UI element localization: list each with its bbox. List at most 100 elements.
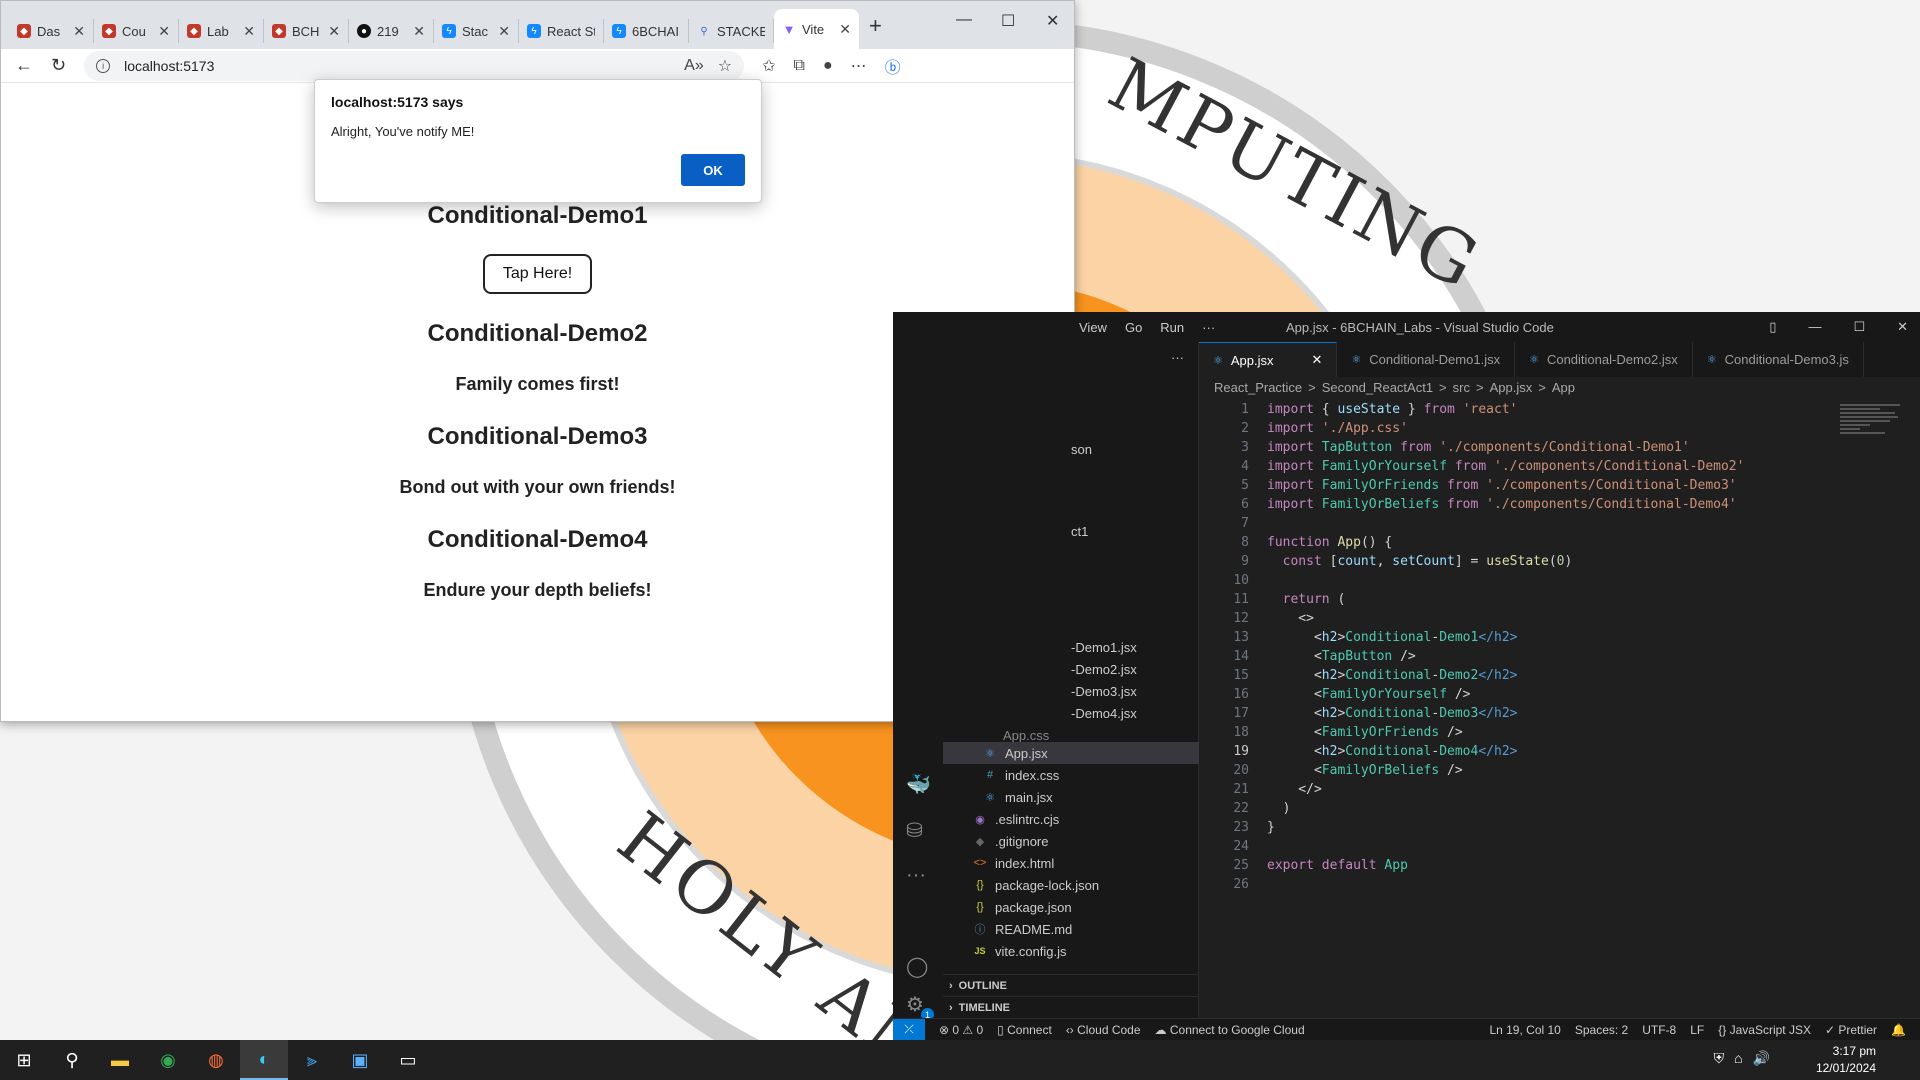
browser-tab[interactable]: ● 219 ✕ <box>349 19 434 43</box>
windows-start-icon[interactable]: ⊞ <box>0 1040 48 1080</box>
menu-go[interactable]: Go <box>1125 320 1142 335</box>
file-app-jsx[interactable]: ⚛ App.jsx <box>943 742 1199 764</box>
maximize-icon[interactable]: ☐ <box>1853 319 1865 335</box>
favorites-icon[interactable]: ✩ <box>762 56 775 76</box>
timeline-section[interactable]: › TIMELINE <box>943 996 1199 1018</box>
vscode-icon[interactable]: ⫸ <box>288 1040 336 1080</box>
site-info-icon[interactable]: i <box>96 58 111 73</box>
tab-conditional-demo2[interactable]: ⚛ Conditional-Demo2.jsx <box>1515 342 1693 377</box>
outline-section[interactable]: › OUTLINE <box>943 974 1199 996</box>
menu-more[interactable]: ··· <box>1202 320 1215 335</box>
breadcrumb-item[interactable]: src <box>1453 380 1470 395</box>
terminal-icon[interactable]: ▭ <box>384 1040 432 1080</box>
file-gitignore[interactable]: ◆ .gitignore <box>943 830 1199 852</box>
indent-status[interactable]: Spaces: 2 <box>1575 1023 1628 1037</box>
minimap[interactable] <box>1840 404 1900 464</box>
tab-app-jsx[interactable]: ⚛ App.jsx ✕ <box>1199 342 1338 377</box>
browser-tab[interactable]: ϟ Stac ✕ <box>434 19 519 43</box>
file-explorer-icon[interactable]: ▬ <box>96 1040 144 1080</box>
minimize-icon[interactable]: — <box>956 11 972 29</box>
close-window-icon[interactable]: ✕ <box>1046 11 1059 31</box>
explorer-item[interactable]: -Demo2.jsx <box>943 658 1199 680</box>
clock[interactable]: 3:17 pm 12/01/2024 <box>1816 1043 1876 1077</box>
notifications-bell-icon[interactable]: 🔔 <box>1891 1023 1906 1037</box>
profile-avatar-icon[interactable]: ● <box>823 57 833 75</box>
google-cloud-status[interactable]: ☁ Connect to Google Cloud <box>1155 1023 1305 1037</box>
explorer-item[interactable]: -Demo3.jsx <box>943 680 1199 702</box>
close-icon[interactable]: ✕ <box>1312 352 1323 368</box>
collections-icon[interactable]: ⧉ <box>794 57 805 75</box>
close-icon[interactable]: ✕ <box>413 23 425 40</box>
connect-status[interactable]: ▯ Connect <box>997 1023 1052 1037</box>
close-icon[interactable]: ✕ <box>498 23 510 40</box>
explorer-item[interactable]: -Demo4.jsx <box>943 702 1199 724</box>
docker-icon[interactable]: 🐳 <box>906 772 931 797</box>
breadcrumb-item[interactable]: Second_ReactAct1 <box>1322 380 1433 395</box>
cursor-position[interactable]: Ln 19, Col 10 <box>1489 1023 1560 1037</box>
tab-conditional-demo3[interactable]: ⚛ Conditional-Demo3.js <box>1693 342 1864 377</box>
refresh-icon[interactable]: ↻ <box>51 55 66 76</box>
file-package-json[interactable]: {} package.json <box>943 896 1199 918</box>
photos-icon[interactable]: ▣ <box>336 1040 384 1080</box>
menu-view[interactable]: View <box>1079 320 1107 335</box>
browser-tab[interactable]: ◆ BCH ✕ <box>264 19 349 43</box>
prettier-status[interactable]: ✓ Prettier <box>1825 1023 1877 1037</box>
breadcrumb-item[interactable]: React_Practice <box>1214 380 1302 395</box>
browser-tab[interactable]: ϟ 6BCHAIN <box>604 19 689 43</box>
firefox-icon[interactable]: ◍ <box>192 1040 240 1080</box>
breadcrumb-item[interactable]: App.jsx <box>1490 380 1533 395</box>
url-field[interactable]: i localhost:5173 A» ☆ <box>84 50 745 81</box>
browser-tab[interactable]: ◆ Das ✕ <box>9 19 94 43</box>
close-icon[interactable]: ✕ <box>243 23 255 40</box>
more-icon[interactable]: ··· <box>906 864 926 887</box>
tab-conditional-demo1[interactable]: ⚛ Conditional-Demo1.jsx <box>1337 342 1516 377</box>
more-menu-icon[interactable]: ⋯ <box>851 56 867 76</box>
browser-tab[interactable]: ◆ Lab ✕ <box>179 19 264 43</box>
database-icon[interactable]: ⛁ <box>906 818 923 843</box>
browser-tab[interactable]: ϟ React Sta <box>519 19 604 43</box>
tap-here-button[interactable]: Tap Here! <box>482 254 593 294</box>
breadcrumb-item[interactable]: App <box>1552 380 1575 395</box>
toggle-sidebar-icon[interactable]: ▯ <box>1769 319 1776 335</box>
close-window-icon[interactable]: ✕ <box>1897 319 1908 335</box>
back-icon[interactable]: ← <box>15 55 33 76</box>
eol-status[interactable]: LF <box>1690 1023 1704 1037</box>
browser-tab[interactable]: ◆ Cou ✕ <box>94 19 179 43</box>
file-eslintrc[interactable]: ◉ .eslintrc.cjs <box>943 808 1199 830</box>
volume-icon[interactable]: 🔊 <box>1753 1050 1770 1067</box>
explorer-item[interactable]: son <box>943 438 1199 460</box>
menu-run[interactable]: Run <box>1160 320 1184 335</box>
encoding-status[interactable]: UTF-8 <box>1642 1023 1676 1037</box>
close-icon[interactable]: ✕ <box>328 23 340 40</box>
code-editor[interactable]: 1 import { useState } from 'react' 2 import… <box>1199 400 1920 894</box>
browser-tab[interactable]: ⚲ STACKBL <box>689 19 774 43</box>
problems-status[interactable]: ⊗ 0 ⚠ 0 <box>939 1023 983 1037</box>
dialog-ok-button[interactable]: OK <box>681 154 745 186</box>
file-main-jsx[interactable]: ⚛ main.jsx <box>943 786 1199 808</box>
security-icon[interactable]: ⛨ <box>1714 1050 1725 1067</box>
chrome-icon[interactable]: ◉ <box>144 1040 192 1080</box>
favorite-star-icon[interactable]: ☆ <box>718 56 732 76</box>
close-icon[interactable]: ✕ <box>158 23 170 40</box>
close-icon[interactable]: ✕ <box>73 23 85 40</box>
explorer-more-icon[interactable]: ··· <box>1171 350 1184 365</box>
file-index-html[interactable]: <> index.html <box>943 852 1199 874</box>
cloud-code-status[interactable]: ‹› Cloud Code <box>1066 1023 1141 1037</box>
file-package-lock[interactable]: {} package-lock.json <box>943 874 1199 896</box>
bing-copilot-icon[interactable]: ⓑ <box>885 54 901 78</box>
file-readme[interactable]: ⓘ README.md <box>943 918 1199 940</box>
remote-icon[interactable]: ⤫ <box>893 1018 925 1041</box>
explorer-item[interactable]: -Demo1.jsx <box>943 636 1199 658</box>
network-icon[interactable]: ⌂ <box>1734 1050 1742 1067</box>
search-icon[interactable]: ⚲ <box>48 1040 96 1080</box>
language-status[interactable]: {} JavaScript JSX <box>1718 1023 1811 1037</box>
file-vite-config[interactable]: JS vite.config.js <box>943 940 1199 962</box>
minimize-icon[interactable]: — <box>1808 319 1821 335</box>
explorer-item[interactable]: ct1 <box>943 520 1199 542</box>
browser-tab-active[interactable]: ▼ Vite ✕ <box>774 9 859 49</box>
read-aloud-icon[interactable]: A» <box>684 57 704 75</box>
new-tab-button[interactable]: + <box>869 13 882 39</box>
account-icon[interactable]: ◯ <box>906 954 928 979</box>
maximize-icon[interactable]: ☐ <box>1001 11 1015 31</box>
file-index-css[interactable]: # index.css <box>943 764 1199 786</box>
